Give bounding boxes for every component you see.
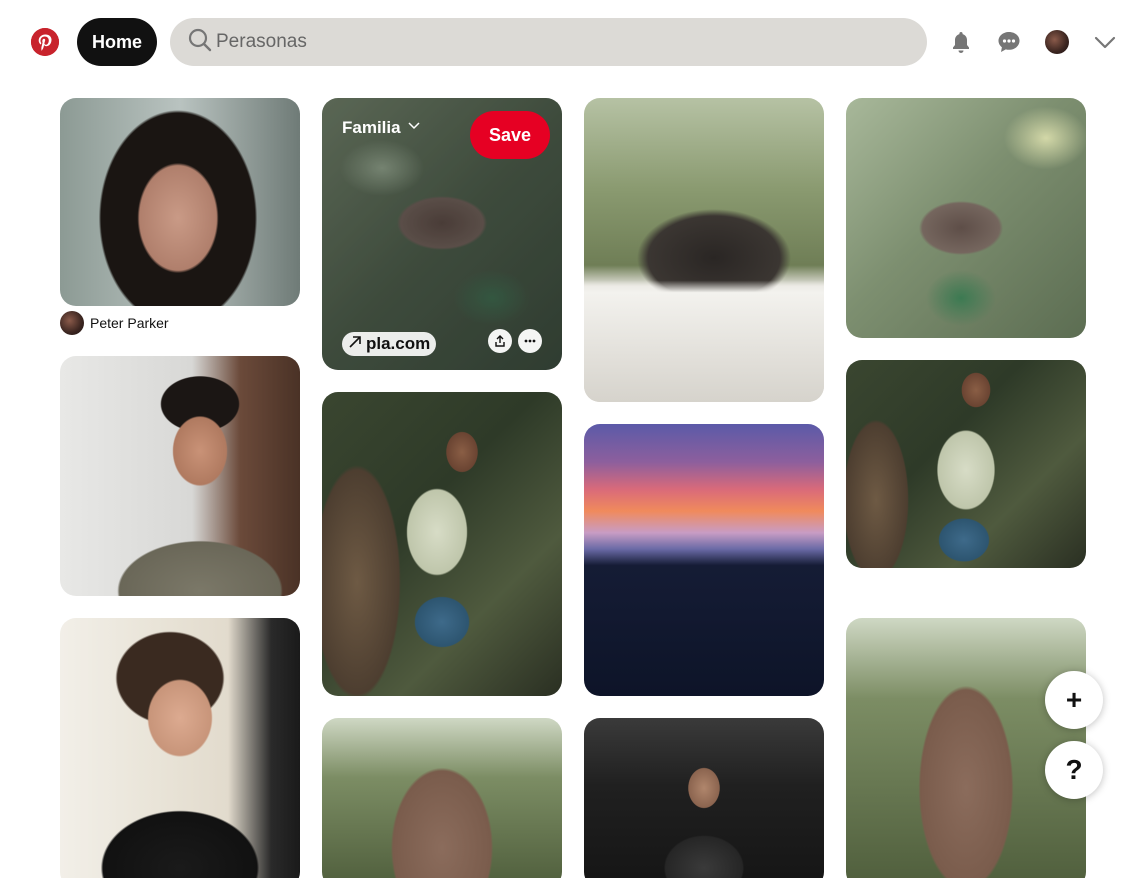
board-selector[interactable]: Familia	[342, 118, 421, 138]
top-nav: Home	[0, 0, 1146, 84]
pin-woman-glasses[interactable]	[60, 618, 300, 878]
bell-icon[interactable]	[947, 28, 975, 56]
pin-image	[60, 98, 300, 306]
pin-nest-hover[interactable]: Familia Save pla.com	[322, 98, 562, 370]
pin-man-dark[interactable]	[584, 718, 824, 878]
pin-group-photo[interactable]	[584, 98, 824, 402]
account-avatar[interactable]	[1045, 30, 1069, 54]
pin-brick-tower[interactable]	[322, 718, 562, 878]
arrow-up-right-icon	[348, 334, 362, 354]
pin-link-text: pla.com	[366, 334, 431, 353]
search-input[interactable]	[216, 31, 896, 53]
share-icon[interactable]	[488, 329, 512, 353]
chevron-down-icon	[407, 118, 421, 138]
create-button[interactable]: +	[1045, 671, 1103, 729]
search-bar[interactable]	[170, 18, 927, 66]
pin-brick-tower-2[interactable]	[846, 618, 1086, 878]
home-button[interactable]: Home	[77, 18, 157, 66]
pin-woman-portrait[interactable]	[60, 98, 300, 306]
chat-bubble-icon[interactable]	[995, 28, 1023, 56]
pin-image	[60, 618, 300, 878]
creator-name: Peter Parker	[90, 315, 169, 331]
pin-image	[584, 424, 824, 696]
pin-boy-leaves[interactable]	[322, 392, 562, 696]
more-options-icon[interactable]	[518, 329, 542, 353]
pin-man-glasses[interactable]	[60, 356, 300, 596]
search-icon	[188, 28, 212, 57]
pin-image	[584, 718, 824, 878]
pin-boy-leaves-2[interactable]	[846, 360, 1086, 568]
pin-creator[interactable]: Peter Parker	[60, 311, 169, 335]
pin-image	[846, 618, 1086, 878]
chevron-down-icon[interactable]	[1091, 28, 1119, 56]
pin-image	[60, 356, 300, 596]
pinterest-logo-icon[interactable]	[31, 28, 59, 56]
help-button[interactable]: ?	[1045, 741, 1103, 799]
pin-image	[322, 392, 562, 696]
pin-nest[interactable]	[846, 98, 1086, 338]
pin-image	[584, 98, 824, 402]
pin-link[interactable]: pla.com	[342, 332, 437, 356]
pin-sunset[interactable]	[584, 424, 824, 696]
creator-avatar	[60, 311, 84, 335]
pin-image	[846, 98, 1086, 338]
pin-image	[846, 360, 1086, 568]
save-button[interactable]: Save	[470, 111, 550, 159]
board-name: Familia	[342, 118, 401, 137]
pin-image	[322, 718, 562, 878]
